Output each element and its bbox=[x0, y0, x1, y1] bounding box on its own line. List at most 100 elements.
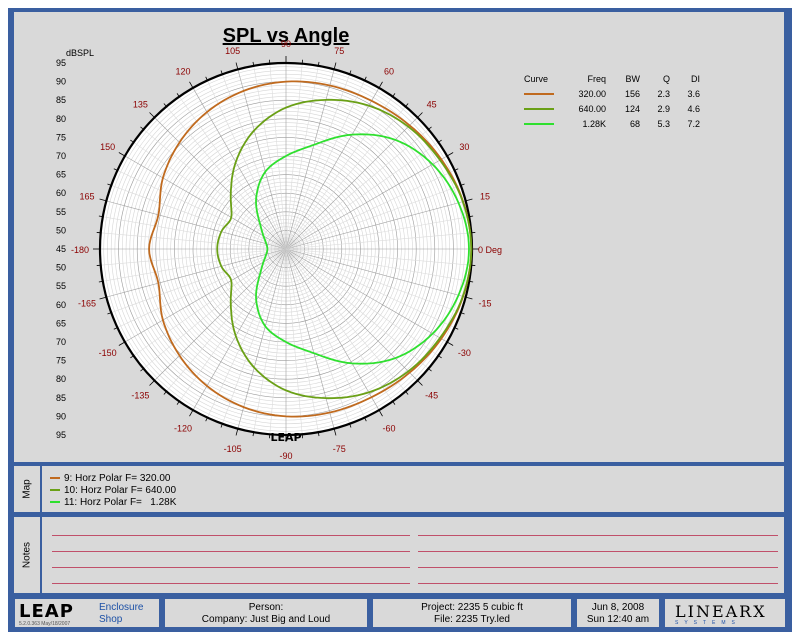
angle-label: -150 bbox=[99, 348, 117, 358]
radial-tick-label: 95 bbox=[56, 430, 66, 440]
person-label: Person: bbox=[248, 602, 284, 613]
note-line[interactable] bbox=[52, 535, 410, 536]
angle-tick bbox=[189, 409, 194, 417]
enclosure-shop-label: Enclosure Shop bbox=[99, 602, 143, 626]
linearx-subtitle: SYSTEMS bbox=[675, 620, 741, 626]
map-entry[interactable]: 9: Horz Polar F= 320.00 bbox=[50, 473, 170, 484]
legend-header: DI bbox=[691, 74, 700, 84]
angle-tick bbox=[118, 341, 126, 346]
radial-tick-label: 65 bbox=[56, 318, 66, 328]
angle-label: 60 bbox=[384, 67, 394, 77]
note-line[interactable] bbox=[52, 583, 410, 584]
note-line[interactable] bbox=[418, 567, 778, 568]
time-text: Sun 12:40 am bbox=[586, 614, 650, 625]
radial-tick-label: 65 bbox=[56, 170, 66, 180]
datetime-box: Jun 8, 2008 Sun 12:40 am bbox=[576, 598, 660, 628]
map-entry-label: 9: Horz Polar F= 320.00 bbox=[64, 473, 171, 484]
notes-tab[interactable]: Notes bbox=[14, 517, 42, 593]
legend-value: 68 bbox=[630, 119, 640, 129]
legend-value: 320.00 bbox=[578, 89, 606, 99]
notes-tab-label: Notes bbox=[21, 541, 33, 569]
radial-tick-label: 55 bbox=[56, 207, 66, 217]
project-text: Project: 2235 5 cubic ft bbox=[421, 602, 523, 613]
angle-tick bbox=[405, 103, 409, 107]
angle-tick bbox=[417, 380, 423, 386]
radial-tick-label: 80 bbox=[56, 374, 66, 384]
angle-tick bbox=[378, 81, 383, 89]
radial-tick-label: 90 bbox=[56, 77, 66, 87]
legend-value: 1.28K bbox=[582, 119, 606, 129]
angle-label: 120 bbox=[175, 67, 190, 77]
radial-tick-label: 60 bbox=[56, 188, 66, 198]
radial-tick-label: 50 bbox=[56, 225, 66, 235]
note-line[interactable] bbox=[418, 551, 778, 552]
map-tab[interactable]: Map bbox=[14, 466, 42, 512]
project-box: Project: 2235 5 cubic ft File: 2235 Try.… bbox=[372, 598, 572, 628]
radial-tick-label: 55 bbox=[56, 281, 66, 291]
radial-tick-label: 85 bbox=[56, 393, 66, 403]
map-entry-label: 11: Horz Polar F= 1.28K bbox=[64, 497, 177, 508]
map-entry-label: 10: Horz Polar F= 640.00 bbox=[64, 485, 177, 496]
angle-label: -105 bbox=[224, 444, 242, 454]
angle-label: -15 bbox=[478, 298, 491, 308]
angle-label: -90 bbox=[279, 451, 292, 461]
legend-value: 7.2 bbox=[687, 119, 700, 129]
angle-label: 75 bbox=[334, 46, 344, 56]
angle-tick bbox=[446, 341, 454, 346]
note-line[interactable] bbox=[52, 551, 410, 552]
angle-label: -30 bbox=[458, 348, 471, 358]
legend-value: 3.6 bbox=[687, 89, 700, 99]
radial-tick-label: 70 bbox=[56, 337, 66, 347]
map-panel: Map 9: Horz Polar F= 320.00 10: Horz Pol… bbox=[14, 466, 784, 512]
version-text: 5.2.0.363 May/18/2007 bbox=[19, 621, 71, 627]
angle-label: 150 bbox=[100, 142, 115, 152]
legend-value: 124 bbox=[625, 104, 640, 114]
angle-label: -180 bbox=[71, 245, 89, 255]
angle-label: 15 bbox=[480, 192, 490, 202]
angle-label: -45 bbox=[425, 391, 438, 401]
note-line[interactable] bbox=[52, 567, 410, 568]
angle-tick bbox=[235, 428, 239, 436]
angle-tick bbox=[163, 391, 167, 395]
angle-label: 105 bbox=[225, 46, 240, 56]
angle-label: -60 bbox=[382, 423, 395, 433]
person-box: Person: Company: Just Big and Loud bbox=[164, 598, 368, 628]
angle-label: -75 bbox=[333, 444, 346, 454]
radial-tick-label: 70 bbox=[56, 151, 66, 161]
angle-tick bbox=[405, 391, 409, 395]
enclosure-line: Enclosure bbox=[99, 602, 144, 613]
angle-label: 90 bbox=[281, 39, 291, 49]
angle-tick bbox=[140, 126, 144, 130]
angle-tick bbox=[428, 126, 432, 130]
angle-tick bbox=[465, 198, 473, 202]
note-line[interactable] bbox=[418, 535, 778, 536]
map-entry[interactable]: 10: Horz Polar F= 640.00 bbox=[50, 485, 176, 496]
map-entry[interactable]: 11: Horz Polar F= 1.28K bbox=[50, 497, 176, 508]
legend-value: 5.3 bbox=[657, 119, 670, 129]
angle-tick bbox=[99, 296, 107, 300]
window-frame: SPL vs Angle 0 Deg 15 30 45 60 75 90 105 120 135 15… bbox=[8, 8, 792, 632]
legend-value: 156 bbox=[625, 89, 640, 99]
note-line[interactable] bbox=[418, 583, 778, 584]
legend-header: Curve bbox=[524, 74, 548, 84]
angle-tick bbox=[149, 112, 155, 118]
map-swatch-0 bbox=[50, 477, 60, 480]
radial-tick-label: 95 bbox=[56, 58, 66, 68]
company-text: Company: Just Big and Loud bbox=[201, 614, 331, 625]
app-badge: LEAP 5.2.0.363 May/18/2007 Enclosure Sho… bbox=[14, 598, 160, 628]
leap-watermark: LEAP bbox=[270, 431, 301, 444]
radial-tick-label: 80 bbox=[56, 114, 66, 124]
radial-tick-label: 75 bbox=[56, 356, 66, 366]
angle-tick bbox=[149, 380, 155, 386]
angle-tick bbox=[446, 152, 454, 157]
angle-label: 30 bbox=[459, 142, 469, 152]
legend-header: BW bbox=[626, 74, 641, 84]
linearx-logo: LINEARX bbox=[675, 602, 767, 621]
angle-tick bbox=[235, 62, 239, 70]
legend-value: 2.3 bbox=[657, 89, 670, 99]
angle-label: 135 bbox=[133, 99, 148, 109]
angle-label: -135 bbox=[131, 391, 149, 401]
legend-value: 2.9 bbox=[657, 104, 670, 114]
radial-tick-label: 50 bbox=[56, 263, 66, 273]
radial-tick-label: 85 bbox=[56, 95, 66, 105]
